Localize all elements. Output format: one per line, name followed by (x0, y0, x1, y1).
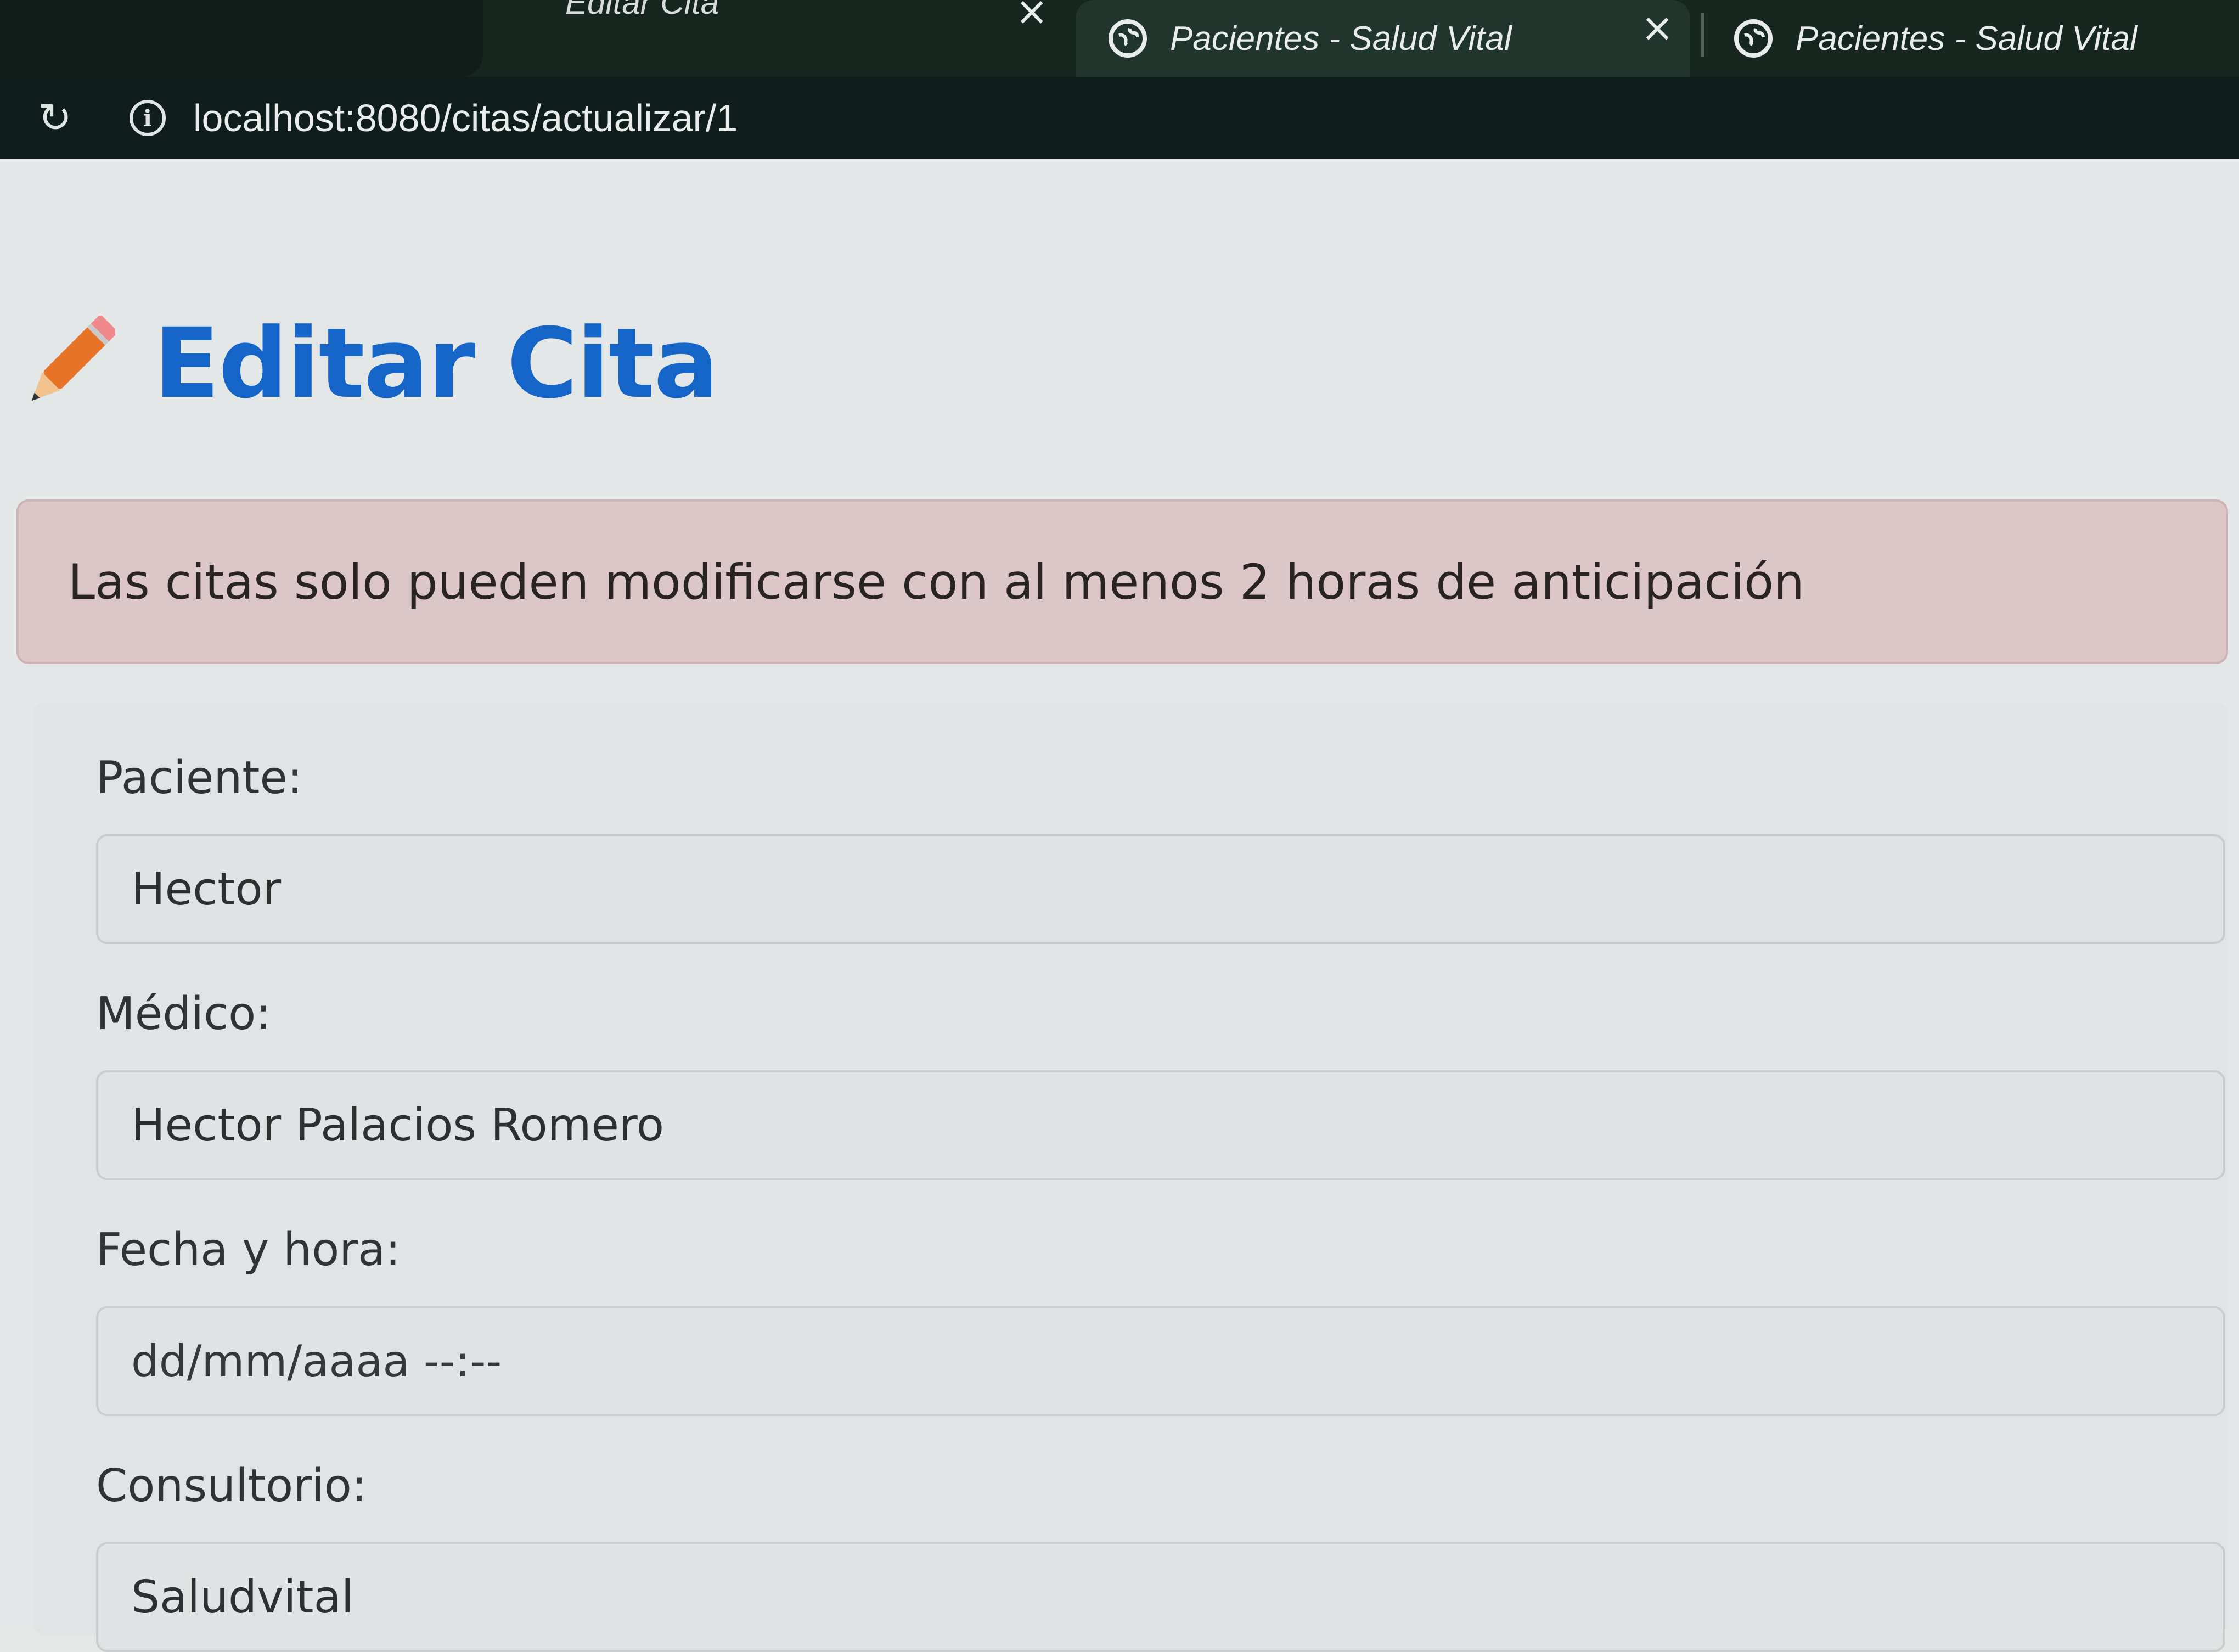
paciente-field[interactable]: Hector (96, 834, 2225, 944)
tab-separator (1701, 13, 1704, 57)
edit-form-card: Paciente: Hector Médico: Hector Palacios… (33, 703, 2228, 1652)
tab-label: Pacientes - Salud Vital (1170, 19, 1512, 58)
consultorio-field[interactable]: Saludvital (96, 1542, 2225, 1652)
paciente-label: Paciente: (96, 752, 303, 804)
fecha-label: Fecha y hora: (96, 1224, 401, 1276)
url-field[interactable]: localhost:8080/citas/actualizar/1 (193, 96, 738, 140)
alert-text: Las citas solo pueden modificarse con al… (68, 553, 1804, 610)
medico-label: Médico: (96, 988, 271, 1040)
tab-editar-cita[interactable]: Editar Cita (0, 0, 719, 77)
consultorio-value: Saludvital (131, 1571, 354, 1623)
page-content: Editar Cita Las citas solo pueden modifi… (0, 159, 2239, 1652)
browser-tab-bar: Editar Cita × Pacientes - Salud Vital × … (0, 0, 2239, 77)
close-icon[interactable]: × (1015, 0, 1048, 31)
tab-pacientes-active[interactable]: Pacientes - Salud Vital (1076, 0, 1690, 77)
fecha-placeholder: dd/mm/aaaa --:-- (131, 1335, 502, 1387)
info-icon[interactable]: i (130, 100, 166, 136)
consultorio-label: Consultorio: (96, 1460, 367, 1512)
globe-icon (1109, 19, 1147, 58)
tab-pacientes[interactable]: Pacientes - Salud Vital (1712, 0, 2239, 77)
address-bar: ↻ i localhost:8080/citas/actualizar/1 (0, 77, 2239, 159)
medico-field[interactable]: Hector Palacios Romero (96, 1070, 2225, 1180)
tab-label: Editar Cita (565, 0, 719, 21)
page-heading: Editar Cita (22, 307, 719, 420)
page-title: Editar Cita (154, 307, 719, 420)
tab-label: Pacientes - Salud Vital (1796, 19, 2137, 58)
warning-alert: Las citas solo pueden modificarse con al… (16, 499, 2228, 664)
pencil-icon (31, 315, 115, 401)
close-icon[interactable]: × (1641, 8, 1674, 47)
medico-value: Hector Palacios Romero (131, 1099, 665, 1151)
reload-icon[interactable]: ↻ (33, 96, 77, 140)
fecha-hora-input[interactable]: dd/mm/aaaa --:-- (96, 1306, 2225, 1416)
paciente-value: Hector (131, 863, 282, 915)
globe-icon (1734, 19, 1773, 58)
